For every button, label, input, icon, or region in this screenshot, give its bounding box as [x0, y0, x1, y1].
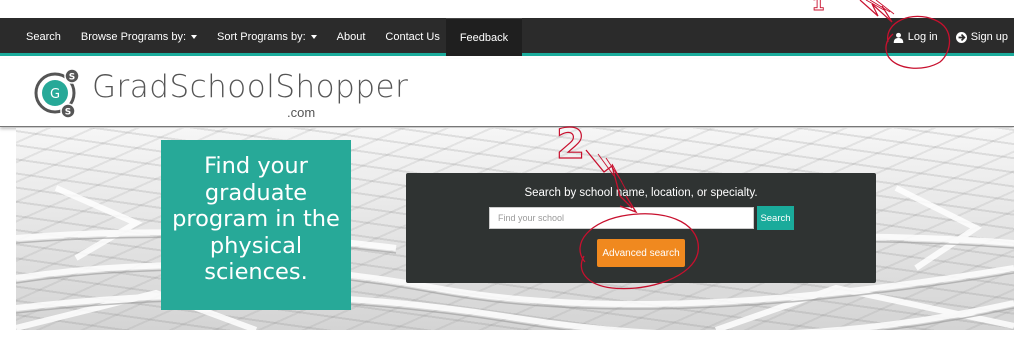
svg-text:G: G [50, 87, 60, 102]
logo-icon[interactable]: G S S [30, 65, 84, 119]
signup-link[interactable]: Sign up [955, 31, 1008, 43]
caret-down-icon [191, 35, 198, 39]
nav-search[interactable]: Search [26, 31, 61, 43]
site-header: G S S GradSchoolShopper .com [0, 59, 1014, 127]
nav-right: Log in Sign up [875, 18, 1014, 56]
caret-down-icon [310, 35, 317, 39]
nav-left: Search Browse Programs by: Sort Programs… [26, 18, 523, 56]
brand-name[interactable]: GradSchoolShopper [92, 69, 408, 105]
nav-feedback[interactable]: Feedback [445, 18, 523, 56]
user-icon [893, 32, 904, 43]
school-search-input[interactable] [489, 207, 754, 229]
nav-feedback-label: Feedback [459, 31, 509, 44]
search-button[interactable]: Search [757, 206, 794, 230]
nav-sort-programs-dropdown[interactable]: Sort Programs by: [217, 31, 317, 43]
login-label: Log in [907, 31, 938, 43]
hero-banner: Find your graduate program in the physic… [16, 128, 1014, 330]
top-navbar: Search Browse Programs by: Sort Programs… [0, 18, 1014, 56]
plus-circle-icon [955, 31, 967, 43]
nav-sort-label: Sort Programs by: [217, 31, 306, 43]
nav-search-label: Search [26, 31, 61, 43]
brand-domain: .com [287, 105, 316, 120]
svg-text:S: S [65, 108, 71, 118]
advanced-search-button[interactable]: Advanced search [597, 239, 685, 267]
hero-tagline-box: Find your graduate program in the physic… [161, 140, 351, 310]
nav-browse-label: Browse Programs by: [80, 31, 187, 43]
login-link[interactable]: Log in [893, 31, 938, 43]
nav-about-label: About [336, 31, 366, 43]
nav-contact-label: Contact Us [385, 31, 440, 43]
nav-about[interactable]: About [337, 31, 366, 43]
svg-text:S: S [69, 73, 75, 83]
search-caption: Search by school name, location, or spec… [524, 187, 758, 199]
search-panel: Search by school name, location, or spec… [406, 173, 876, 283]
nav-browse-programs-dropdown[interactable]: Browse Programs by: [80, 31, 198, 43]
annotation-step-1: 1 [812, 0, 825, 15]
nav-contact-us[interactable]: Contact Us [385, 31, 439, 43]
signup-label: Sign up [970, 31, 1008, 43]
hero-tagline: Find your graduate program in the physic… [172, 153, 340, 285]
